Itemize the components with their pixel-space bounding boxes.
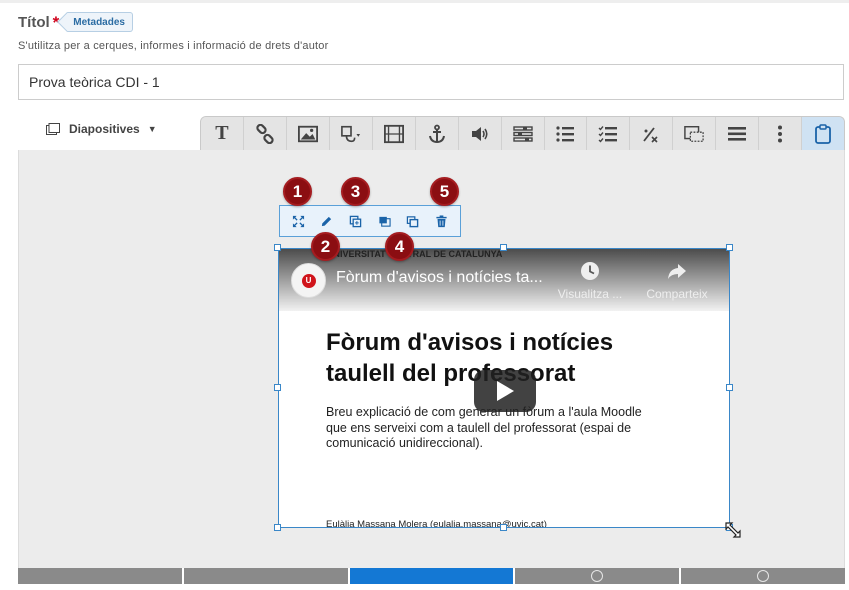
anchor-icon [428, 124, 445, 143]
edit-button[interactable] [316, 210, 338, 232]
chevron-down-icon: ▼ [147, 124, 157, 134]
list-tool-button[interactable] [716, 117, 760, 150]
slide-tab-2[interactable] [183, 568, 350, 584]
text-tool-button[interactable]: T [201, 117, 244, 150]
slides-icon [46, 123, 60, 135]
share-button[interactable]: Comparteix [637, 261, 717, 301]
link-tool-button[interactable] [243, 117, 287, 150]
shape-icon [340, 125, 360, 142]
fullscreen-icon [292, 215, 304, 227]
math-icon [643, 126, 658, 143]
title-label: Títol [18, 13, 50, 31]
slide-indicator-icon [591, 570, 604, 582]
slide-author: Eulàlia Massana Molera (eulalia.massana@… [326, 519, 547, 528]
text-icon: T [215, 122, 229, 144]
video-icon [383, 124, 404, 143]
delete-button[interactable] [431, 210, 453, 232]
editor-toolbar: T [200, 116, 845, 150]
resize-handle-left[interactable] [274, 384, 281, 391]
send-to-back-icon [379, 216, 391, 227]
delete-icon [436, 214, 447, 227]
clock-icon [581, 262, 599, 280]
callout-badge-4: 4 [385, 232, 414, 261]
top-divider [0, 0, 849, 3]
slide-tab-5[interactable] [681, 568, 845, 584]
watch-later-button[interactable]: Visualitza ... [550, 261, 630, 301]
bring-to-front-button[interactable] [402, 210, 424, 232]
callout-badge-5: 5 [430, 177, 459, 206]
share-label: Comparteix [646, 287, 708, 301]
callout-badge-3: 3 [341, 177, 370, 206]
duplicate-button[interactable] [345, 210, 367, 232]
video-title[interactable]: Fòrum d'avisos i notícies ta... [336, 269, 556, 287]
list-icon [728, 126, 747, 141]
more-icon [778, 125, 783, 142]
audio-tool-button[interactable] [458, 117, 502, 150]
play-icon [497, 381, 514, 401]
slides-dropdown-label: Diapositives [69, 122, 140, 136]
numbered-list-tool-button[interactable] [544, 117, 588, 150]
form-icon [512, 125, 533, 142]
title-field-header: Títol * Metadades [18, 10, 133, 34]
image-icon [297, 125, 318, 142]
callout-badge-2: 2 [311, 232, 340, 261]
form-tool-button[interactable] [501, 117, 545, 150]
title-hint: S'utilitza per a cerques, informes i inf… [18, 40, 329, 52]
element-floating-toolbar [279, 205, 461, 237]
video-tool-button[interactable] [372, 117, 416, 150]
duplicate-icon [349, 215, 362, 227]
resize-handle-top-left[interactable] [274, 244, 281, 251]
anchor-tool-button[interactable] [415, 117, 459, 150]
shape-tool-button[interactable] [329, 117, 373, 150]
image-tool-button[interactable] [286, 117, 330, 150]
play-button[interactable] [474, 370, 536, 412]
watch-later-label: Visualitza ... [557, 287, 623, 301]
share-icon [668, 264, 686, 279]
audio-icon [471, 126, 488, 141]
callout-badge-1: 1 [283, 177, 312, 206]
resize-handle-bottom[interactable] [500, 524, 507, 531]
uvic-logo-icon: U [301, 273, 316, 288]
hotspot-tool-button[interactable] [673, 117, 717, 150]
slide-tab-3[interactable] [349, 568, 516, 584]
bring-to-front-icon [407, 215, 419, 227]
edit-icon [322, 216, 332, 226]
embedded-video[interactable]: UNIVERSITAT CENTRAL DE CATALUNYA U Fòrum… [278, 248, 730, 528]
slide-navigation [18, 568, 845, 584]
channel-avatar[interactable]: U [291, 263, 326, 298]
resize-handle-right[interactable] [726, 384, 733, 391]
math-tool-button[interactable] [630, 117, 674, 150]
metadata-tag[interactable]: Metadades [67, 12, 133, 32]
fullscreen-button[interactable] [287, 210, 309, 232]
clipboard-tool-button[interactable] [802, 117, 844, 150]
slides-dropdown[interactable]: Diapositives ▼ [46, 122, 157, 136]
clipboard-icon [815, 123, 831, 144]
slide-tab-4[interactable] [515, 568, 682, 584]
checklist-icon [598, 125, 618, 143]
resize-handle-top-right[interactable] [726, 244, 733, 251]
hotspot-icon [684, 125, 705, 142]
checklist-tool-button[interactable] [587, 117, 631, 150]
resize-handle-top[interactable] [500, 244, 507, 251]
more-tool-button[interactable] [759, 117, 803, 150]
resize-cursor-icon [725, 522, 741, 538]
link-icon [256, 123, 274, 144]
numbered-list-icon [556, 125, 575, 142]
slide-heading: Fòrum d'avisos i notícies taulell del pr… [326, 329, 614, 387]
slide-indicator-icon [757, 570, 770, 582]
resize-handle-bottom-left[interactable] [274, 524, 281, 531]
title-input[interactable] [18, 64, 844, 100]
send-to-back-button[interactable] [373, 210, 395, 232]
slide-tab-1[interactable] [18, 568, 184, 584]
